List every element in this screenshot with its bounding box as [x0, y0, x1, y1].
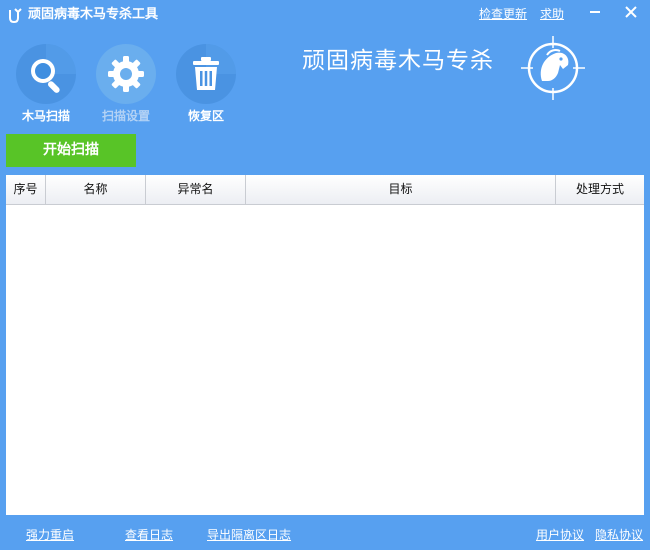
column-header-anomaly-name[interactable]: 异常名: [146, 175, 246, 204]
help-link[interactable]: 求助: [540, 6, 564, 22]
window-title: 顽固病毒木马专杀工具: [28, 7, 159, 22]
table-header: 序号 名称 异常名 目标 处理方式: [6, 175, 644, 205]
user-agreement-link[interactable]: 用户协议: [536, 527, 584, 543]
check-update-link[interactable]: 检查更新: [479, 6, 527, 22]
tool-recovery-area[interactable]: 恢复区: [174, 44, 238, 128]
gear-icon: [96, 44, 156, 104]
column-header-name[interactable]: 名称: [46, 175, 146, 204]
trojan-horse-crosshair-icon: [521, 36, 585, 100]
trash-icon: [176, 44, 236, 104]
export-quarantine-log-link[interactable]: 导出隔离区日志: [207, 527, 291, 543]
column-header-target[interactable]: 目标: [246, 175, 556, 204]
column-header-index[interactable]: 序号: [6, 175, 46, 204]
magnifier-icon: [16, 44, 76, 104]
table-body: [6, 205, 644, 515]
view-log-link[interactable]: 查看日志: [125, 527, 173, 543]
app-window: 顽固病毒木马专杀工具 检查更新 求助 木马扫描 扫描设置 恢复区 顽固病毒木马专…: [0, 0, 650, 550]
tool-trojan-scan[interactable]: 木马扫描: [14, 44, 78, 128]
tool-scan-settings-label: 扫描设置: [101, 109, 150, 123]
close-icon: [625, 6, 637, 18]
title-bar: 顽固病毒木马专杀工具 检查更新 求助: [0, 0, 650, 30]
minimize-icon: [590, 11, 600, 13]
brand-title: 顽固病毒木马专杀: [302, 48, 494, 74]
tool-recovery-area-label: 恢复区: [187, 109, 224, 123]
minimize-button[interactable]: [580, 0, 610, 26]
results-table: 序号 名称 异常名 目标 处理方式: [6, 175, 644, 515]
close-button[interactable]: [616, 0, 646, 26]
column-header-handling[interactable]: 处理方式: [556, 175, 644, 204]
force-restart-link[interactable]: 强力重启: [26, 527, 74, 543]
app-logo-icon: [9, 8, 22, 24]
start-scan-button[interactable]: 开始扫描: [6, 134, 136, 167]
tool-scan-settings[interactable]: 扫描设置: [94, 44, 158, 128]
privacy-policy-link[interactable]: 隐私协议: [595, 527, 643, 543]
tool-trojan-scan-label: 木马扫描: [21, 109, 70, 123]
